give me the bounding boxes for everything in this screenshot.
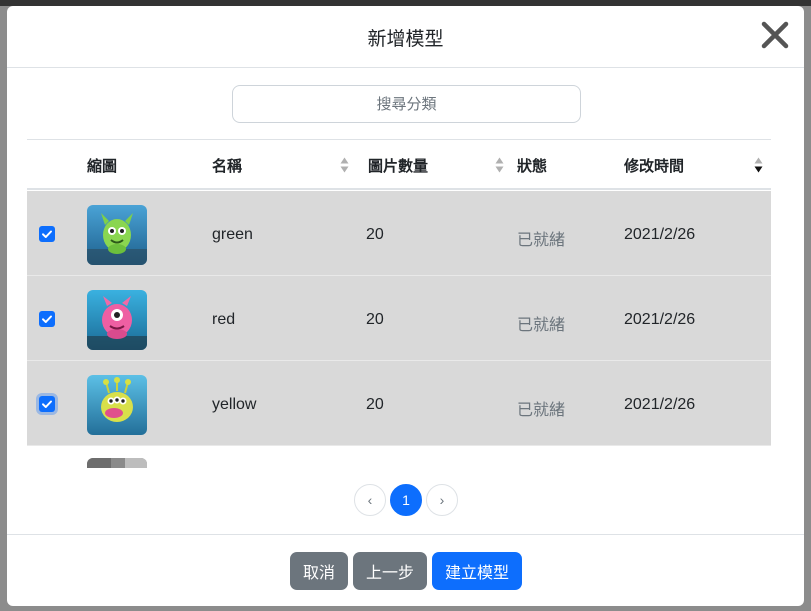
row-image-count: 20: [366, 396, 384, 413]
table-row[interactable]: yellow 20 已就緒 2021/2/26: [27, 361, 771, 446]
modal-header: 新增模型: [7, 6, 804, 68]
red-monster-thumbnail: [87, 290, 147, 350]
row-image-count: 20: [366, 311, 384, 328]
row-image-count: 20: [366, 226, 384, 243]
column-header-name[interactable]: 名稱: [212, 155, 242, 176]
partial-thumbnail: [87, 458, 147, 468]
table-row[interactable]: green 20 已就緒 2021/2/26: [27, 191, 771, 276]
search-field: [232, 85, 581, 123]
sort-unsorted-icon[interactable]: [495, 157, 504, 173]
column-header-thumbnail: 縮圖: [87, 157, 118, 175]
back-button[interactable]: 上一步: [353, 552, 427, 590]
create-model-button[interactable]: 建立模型: [432, 552, 522, 590]
yellow-monster-thumbnail: [87, 375, 147, 435]
check-icon: [42, 230, 52, 238]
search-input[interactable]: [232, 85, 581, 123]
check-icon: [42, 400, 52, 408]
table-row[interactable]: [27, 446, 771, 468]
row-name: yellow: [212, 396, 257, 413]
row-modified: 2021/2/26: [624, 311, 696, 328]
green-monster-thumbnail: [87, 205, 147, 265]
sort-unsorted-icon[interactable]: [340, 157, 349, 173]
row-status: 已就緒: [517, 315, 566, 334]
modal-title: 新增模型: [367, 28, 444, 50]
row-modified: 2021/2/26: [624, 226, 696, 243]
close-icon[interactable]: [760, 20, 790, 50]
row-name: green: [212, 226, 253, 243]
row-modified: 2021/2/26: [624, 396, 696, 413]
column-header-status: 狀態: [517, 157, 548, 175]
cancel-button[interactable]: 取消: [290, 552, 348, 590]
row-status: 已就緒: [517, 230, 566, 249]
sort-descending-icon[interactable]: [754, 157, 763, 173]
row-checkbox[interactable]: [39, 226, 55, 242]
check-icon: [42, 315, 52, 323]
column-header-image-count[interactable]: 圖片數量: [368, 155, 428, 176]
row-checkbox[interactable]: [39, 311, 55, 327]
row-status: 已就緒: [517, 400, 566, 419]
table-row[interactable]: red 20 已就緒 2021/2/26: [27, 276, 771, 361]
column-header-modified[interactable]: 修改時間: [624, 155, 684, 176]
modal-footer: 取消 上一步 建立模型: [7, 534, 804, 606]
row-name: red: [212, 311, 236, 328]
prev-page-button[interactable]: ‹: [354, 484, 386, 516]
table-header: 縮圖 名稱 圖片數量 狀態 修改時間: [27, 140, 771, 190]
model-table: 縮圖 名稱 圖片數量 狀態 修改時間 green 20 已就緒 2021/2/2…: [27, 139, 771, 468]
row-checkbox[interactable]: [39, 396, 55, 412]
next-page-button[interactable]: ›: [426, 484, 458, 516]
page-1-button[interactable]: 1: [390, 484, 422, 516]
create-model-modal: 新增模型 縮圖 名稱 圖片數量 狀態 修改時間: [7, 6, 804, 606]
